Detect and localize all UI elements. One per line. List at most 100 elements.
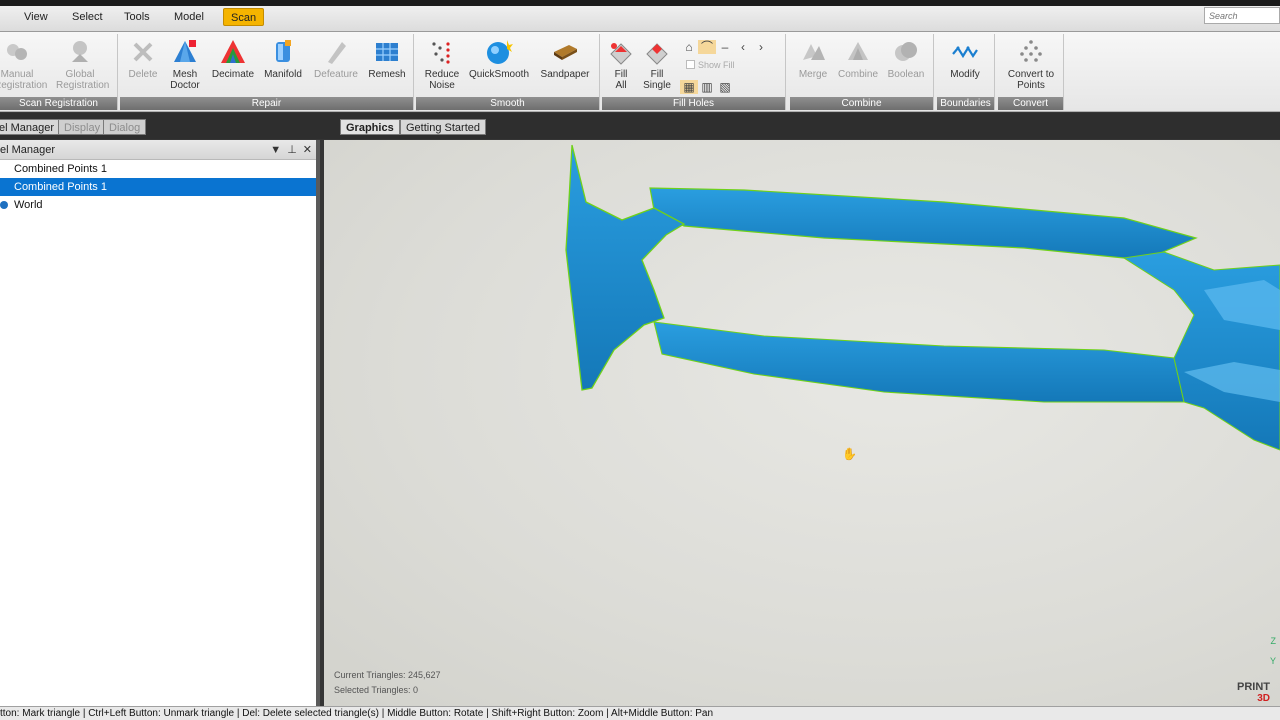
defeature-label: Defeature [314, 69, 358, 80]
tab-model-manager[interactable]: el Manager [0, 119, 61, 135]
quicksmooth-icon [487, 40, 513, 64]
modify-button[interactable]: Modify [945, 38, 985, 80]
convert-to-points-label: Convert to Points [1007, 69, 1055, 91]
group-label-smooth: Smooth [416, 97, 599, 110]
mesh-doctor-button[interactable]: Mesh Doctor [164, 38, 206, 91]
search-input[interactable] [1204, 7, 1280, 24]
tree-item-combined-points[interactable]: Combined Points 1 [0, 160, 316, 178]
fill-holes-mini-tools: ⌂ ⌒ – ‹ › [680, 38, 770, 56]
group-label-repair: Repair [120, 97, 413, 110]
convert-to-points-button[interactable]: Convert to Points [1002, 38, 1060, 91]
tree-item-world[interactable]: World [0, 196, 316, 214]
close-icon[interactable]: ✕ [303, 144, 312, 156]
manual-registration-label: Manual Registration [0, 69, 48, 91]
sandpaper-label: Sandpaper [540, 69, 590, 80]
status-text: tton: Mark triangle | Ctrl+Left Button: … [0, 708, 714, 719]
show-fill-toggle[interactable]: Show Fill [686, 60, 735, 70]
global-registration-icon [72, 41, 88, 62]
panel-header: el Manager ▼ ⊥ ✕ [0, 140, 316, 160]
group-label-convert: Convert [998, 97, 1063, 110]
menu-select[interactable]: Select [68, 8, 107, 26]
reduce-noise-label: Reduce Noise [424, 69, 460, 91]
global-registration-button[interactable]: Global Registration [56, 38, 109, 91]
tree-item-combined-points-selected[interactable]: Combined Points 1 [0, 178, 316, 196]
mesh-top-bar [649, 187, 1198, 261]
menu-model[interactable]: Model [170, 8, 208, 26]
fill-holes-mode-tools: ▦ ▥ ▧ [680, 78, 734, 96]
brand-sub: 3D [1257, 693, 1270, 704]
panel-title: el Manager [0, 144, 56, 156]
group-fill-holes: Fill All Fill Single ⌂ ⌒ – ‹ › Show Fill ▦ ▥ ▧… [602, 34, 786, 110]
menu-tools[interactable]: Tools [120, 8, 154, 26]
sandpaper-button[interactable]: Sandpaper [538, 38, 592, 80]
next-hole-icon[interactable]: › [752, 40, 770, 54]
decimate-button[interactable]: Decimate [210, 38, 256, 80]
show-fill-label: Show Fill [698, 60, 735, 70]
mesh-render: ✋ [565, 144, 1280, 461]
mesh-doctor-label: Mesh Doctor [170, 69, 200, 91]
menu-scan[interactable]: Scan [223, 8, 265, 26]
world-icon [0, 201, 8, 209]
tree-item-label: Combined Points 1 [14, 181, 107, 193]
modify-label: Modify [950, 69, 980, 80]
group-combine: Merge Combine Boolean Combine [790, 34, 934, 110]
tab-graphics[interactable]: Graphics [340, 119, 400, 135]
fill-mode-tangent-icon[interactable]: ▦ [680, 80, 698, 94]
reduce-noise-button[interactable]: Reduce Noise [422, 38, 462, 91]
manifold-icon [276, 40, 291, 62]
fill-all-label: Fill All [614, 69, 628, 91]
quicksmooth-button[interactable]: QuickSmooth [468, 38, 530, 80]
fill-single-button[interactable]: Fill Single [640, 38, 674, 91]
fill-mode-curved-icon[interactable]: ▧ [716, 80, 734, 94]
sandpaper-icon [554, 45, 577, 60]
fill-single-label: Fill Single [643, 69, 671, 91]
delete-button[interactable]: Delete [126, 38, 160, 80]
fill-flat-icon[interactable]: – [716, 40, 734, 54]
group-label-boundaries: Boundaries [937, 97, 994, 110]
mesh-bottom-bar [653, 321, 1185, 403]
boolean-icon [895, 42, 917, 61]
panel-dropdown-icon[interactable]: ▼ [270, 144, 281, 156]
boolean-button[interactable]: Boolean [884, 38, 928, 80]
graphics-viewport[interactable]: ✋ Current Triangles: 245,627 Selected Tr… [324, 140, 1280, 706]
fill-curvature-icon[interactable]: ⌒ [698, 40, 716, 54]
group-convert: Convert to Points Convert [998, 34, 1064, 110]
manual-registration-icon [7, 44, 27, 60]
merge-button[interactable]: Merge [794, 38, 832, 80]
group-smooth: Reduce Noise QuickSmooth Sandpaper Smoot… [416, 34, 600, 110]
panel-controls: ▼ ⊥ ✕ [264, 140, 312, 160]
manifold-label: Manifold [264, 69, 302, 80]
remesh-button[interactable]: Remesh [364, 38, 410, 80]
title-strip [0, 0, 1280, 6]
show-fill-checkbox[interactable] [686, 60, 695, 69]
defeature-icon [328, 42, 346, 64]
ribbon: Manual Registration Global Registration … [0, 32, 1280, 112]
previous-hole-icon[interactable]: ‹ [734, 40, 752, 54]
combine-label: Combine [837, 69, 879, 80]
manual-registration-button[interactable]: Manual Registration [0, 38, 47, 91]
axis-z-label: Z [1270, 636, 1277, 646]
model-manager-panel: el Manager ▼ ⊥ ✕ Combined Points 1 Combine… [0, 140, 320, 706]
tab-display[interactable]: Display [58, 119, 107, 135]
bridge-icon[interactable]: ⌂ [680, 40, 698, 54]
tab-getting-started[interactable]: Getting Started [400, 119, 486, 135]
combine-button[interactable]: Combine [836, 38, 880, 80]
fill-all-icon [610, 43, 632, 65]
tree-item-label: World [14, 199, 43, 211]
triangle-stats: Current Triangles: 245,627 Selected Tria… [334, 668, 441, 698]
manifold-button[interactable]: Manifold [260, 38, 306, 80]
tab-dialog[interactable]: Dialog [103, 119, 147, 135]
menu-view[interactable]: View [20, 8, 52, 26]
fill-mode-flat-icon[interactable]: ▥ [698, 80, 716, 94]
delete-label: Delete [128, 69, 158, 80]
remesh-label: Remesh [368, 69, 406, 80]
group-label-scan-registration: Scan Registration [0, 97, 117, 110]
modify-icon [952, 45, 978, 59]
defeature-button[interactable]: Defeature [312, 38, 360, 80]
reduce-noise-icon [432, 42, 450, 64]
fill-all-button[interactable]: Fill All [606, 38, 636, 91]
convert-to-points-icon [1020, 40, 1042, 62]
pin-icon[interactable]: ⊥ [287, 144, 297, 156]
delete-icon [133, 42, 153, 62]
merge-label: Merge [798, 69, 828, 80]
